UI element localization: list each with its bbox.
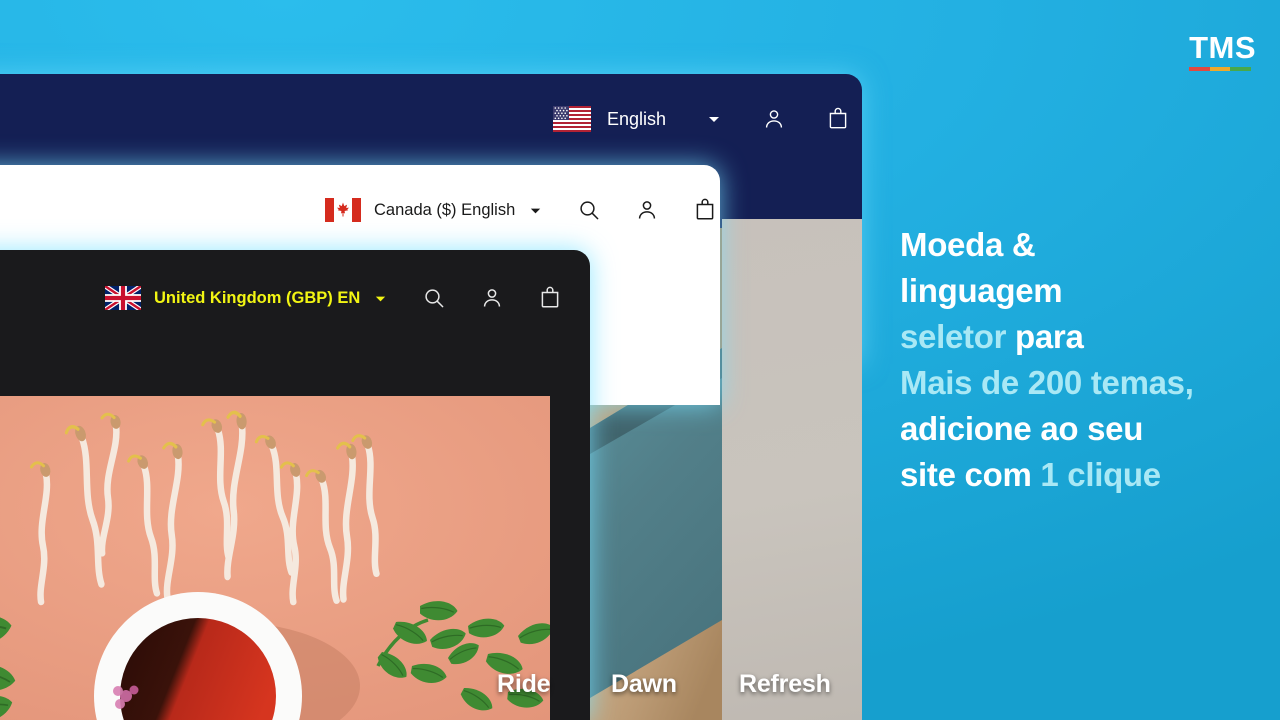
tms-logo[interactable]: TMS	[1189, 32, 1256, 71]
cart-icon[interactable]	[826, 107, 850, 131]
uk-flag-icon	[105, 286, 141, 310]
headline-line-1: Moeda &	[900, 226, 1036, 263]
locale-label-refresh: English	[607, 108, 667, 129]
theme-preview-image-refresh	[722, 219, 862, 720]
canada-flag-icon	[325, 198, 361, 222]
logo-bar-segment-green	[1230, 67, 1252, 71]
headline-line-6: site com 1 clique	[900, 452, 1260, 498]
cart-icon[interactable]	[538, 286, 562, 310]
locale-label-ride: United Kingdom (GBP) EN	[154, 288, 361, 307]
tms-logo-text: TMS	[1189, 30, 1256, 65]
headline-line-2: linguagem	[900, 272, 1063, 309]
logo-bar-segment-orange	[1209, 67, 1231, 71]
us-flag-icon	[553, 106, 591, 132]
headline-accent-temas: Mais de 200 temas,	[900, 364, 1194, 401]
search-icon[interactable]	[577, 198, 601, 222]
storefront-header-refresh: English	[553, 106, 850, 132]
account-icon[interactable]	[762, 107, 786, 131]
account-icon[interactable]	[635, 198, 659, 222]
tms-logo-colorbar	[1189, 67, 1252, 71]
headline-accent-seletor: seletor	[900, 318, 1007, 355]
theme-name-ride: Ride	[497, 670, 551, 698]
headline-line-3: seletor para	[900, 314, 1260, 360]
search-icon[interactable]	[422, 286, 446, 310]
storefront-header-ride: United Kingdom (GBP) EN	[105, 286, 562, 310]
chevron-down-icon[interactable]	[528, 203, 543, 218]
theme-name-dawn: Dawn	[611, 670, 677, 698]
account-icon[interactable]	[480, 286, 504, 310]
locale-label-dawn: Canada ($) English	[374, 200, 516, 219]
headline-line-3-rest: para	[1006, 318, 1084, 355]
storefront-header-dawn: Canada ($) English	[325, 198, 717, 222]
headline-accent-clique: 1 clique	[1040, 456, 1161, 493]
chevron-down-icon[interactable]	[373, 291, 388, 306]
theme-name-refresh: Refresh	[739, 670, 831, 698]
theme-preview-image-ride	[0, 396, 550, 720]
headline-line-5: adicione ao seu	[900, 410, 1144, 447]
chevron-down-icon[interactable]	[706, 111, 722, 127]
headline-block: Moeda & linguagem seletor para Mais de 2…	[900, 222, 1260, 498]
headline-line-6-rest: site com	[900, 456, 1041, 493]
cart-icon[interactable]	[693, 198, 717, 222]
logo-bar-segment-red	[1189, 67, 1210, 71]
headline-line-4: Mais de 200 temas,	[900, 360, 1260, 406]
